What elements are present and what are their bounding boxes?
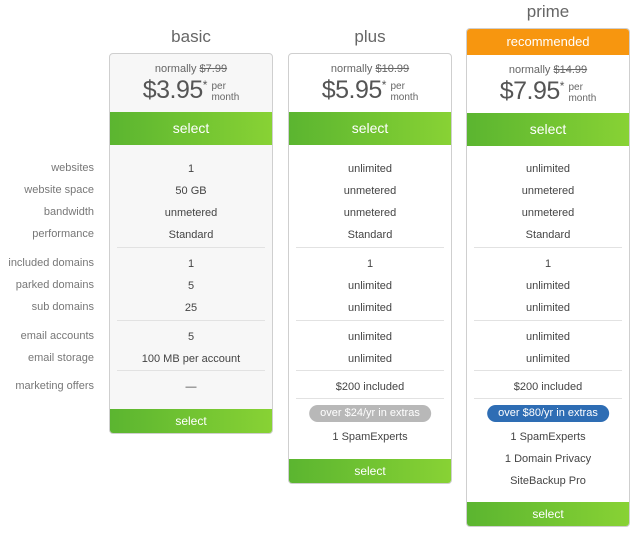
divider (474, 247, 622, 248)
label-website-space: website space (24, 184, 94, 196)
divider (296, 398, 444, 399)
label-marketing-offers: marketing offers (15, 380, 94, 392)
value-websites: 1 (187, 163, 195, 175)
select-button-bottom[interactable]: select (110, 409, 272, 433)
value-bandwidth: unmetered (343, 207, 397, 219)
price: $3.95 (142, 76, 204, 104)
value-bandwidth: unmetered (521, 207, 575, 219)
select-button[interactable]: select (467, 113, 629, 146)
extra-item: 1 Domain Privacy (504, 453, 592, 465)
price: $7.95 (499, 77, 561, 105)
price-box: normally $14.99 $7.95* per month (467, 55, 629, 113)
value-included-domains: 1 (187, 258, 195, 270)
divider (117, 370, 265, 371)
value-marketing-offers: $200 included (513, 381, 583, 393)
value-parked-domains: unlimited (347, 280, 393, 292)
label-parked-domains: parked domains (15, 279, 94, 291)
value-email-storage: unlimited (525, 353, 571, 365)
value-email-accounts: 5 (187, 331, 195, 343)
value-included-domains: 1 (544, 258, 552, 270)
divider (474, 370, 622, 371)
value-websites: unlimited (347, 163, 393, 175)
value-sub-domains: unlimited (525, 302, 571, 314)
value-marketing-offers: — (185, 381, 197, 393)
value-parked-domains: unlimited (525, 280, 571, 292)
value-performance: Standard (525, 229, 571, 241)
extras-badge: over $24/yr in extras (309, 405, 431, 422)
select-button[interactable]: select (289, 112, 451, 145)
normal-price: normally $7.99 (154, 63, 228, 75)
plan-card: recommended normally $14.99 $7.95* per mon… (466, 28, 630, 527)
label-performance: performance (32, 228, 94, 240)
divider (117, 247, 265, 248)
label-email-storage: email storage (27, 352, 94, 364)
price: $5.95 (321, 76, 383, 104)
normal-price: normally $10.99 (330, 63, 410, 75)
select-button-bottom[interactable]: select (289, 459, 451, 483)
per-month: per month (568, 82, 597, 104)
divider (474, 398, 622, 399)
old-price: $14.99 (553, 64, 588, 76)
per-month: per month (390, 81, 419, 103)
label-sub-domains: sub domains (31, 301, 94, 313)
asterisk: * (559, 79, 565, 93)
recommended-badge: recommended (467, 29, 629, 55)
value-parked-domains: 5 (187, 280, 195, 292)
price-box: normally $10.99 $5.95* per month (289, 54, 451, 112)
label-bandwidth: bandwidth (43, 206, 94, 218)
value-website-space: unmetered (343, 185, 397, 197)
value-email-accounts: unlimited (525, 331, 571, 343)
plan-name: prime (526, 2, 570, 21)
value-email-storage: 100 MB per account (141, 353, 241, 365)
old-price: $7.99 (199, 63, 228, 75)
plan-card: normally $7.99 $3.95* per month select 1 5… (109, 53, 273, 434)
old-price: $10.99 (375, 63, 410, 75)
value-included-domains: 1 (366, 258, 374, 270)
divider (474, 320, 622, 321)
per-month: per month (211, 81, 240, 103)
plan-name: plus (354, 27, 386, 46)
value-website-space: 50 GB (175, 185, 207, 197)
extra-item: 1 SpamExperts (510, 431, 586, 443)
asterisk: * (202, 78, 208, 92)
label-email-accounts: email accounts (20, 330, 94, 342)
asterisk: * (381, 78, 387, 92)
extra-item: SiteBackup Pro (510, 475, 586, 487)
price-box: normally $7.99 $3.95* per month (110, 54, 272, 112)
value-bandwidth: unmetered (164, 207, 218, 219)
divider (117, 320, 265, 321)
value-performance: Standard (168, 229, 214, 241)
extra-item: 1 SpamExperts (332, 431, 408, 443)
extras-badge: over $80/yr in extras (487, 405, 609, 422)
plan-name: basic (171, 27, 211, 46)
value-email-storage: unlimited (347, 353, 393, 365)
value-marketing-offers: $200 included (335, 381, 405, 393)
select-button-bottom[interactable]: select (467, 502, 629, 526)
value-email-accounts: unlimited (347, 331, 393, 343)
value-performance: Standard (347, 229, 393, 241)
plan-card: normally $10.99 $5.95* per month select un… (288, 53, 452, 484)
value-sub-domains: 25 (184, 302, 198, 314)
label-websites: websites (51, 162, 94, 174)
value-sub-domains: unlimited (347, 302, 393, 314)
value-website-space: unmetered (521, 185, 575, 197)
divider (296, 247, 444, 248)
label-included-domains: included domains (8, 257, 94, 269)
select-button[interactable]: select (110, 112, 272, 145)
normal-price: normally $14.99 (508, 64, 588, 76)
divider (296, 370, 444, 371)
value-websites: unlimited (525, 163, 571, 175)
divider (296, 320, 444, 321)
